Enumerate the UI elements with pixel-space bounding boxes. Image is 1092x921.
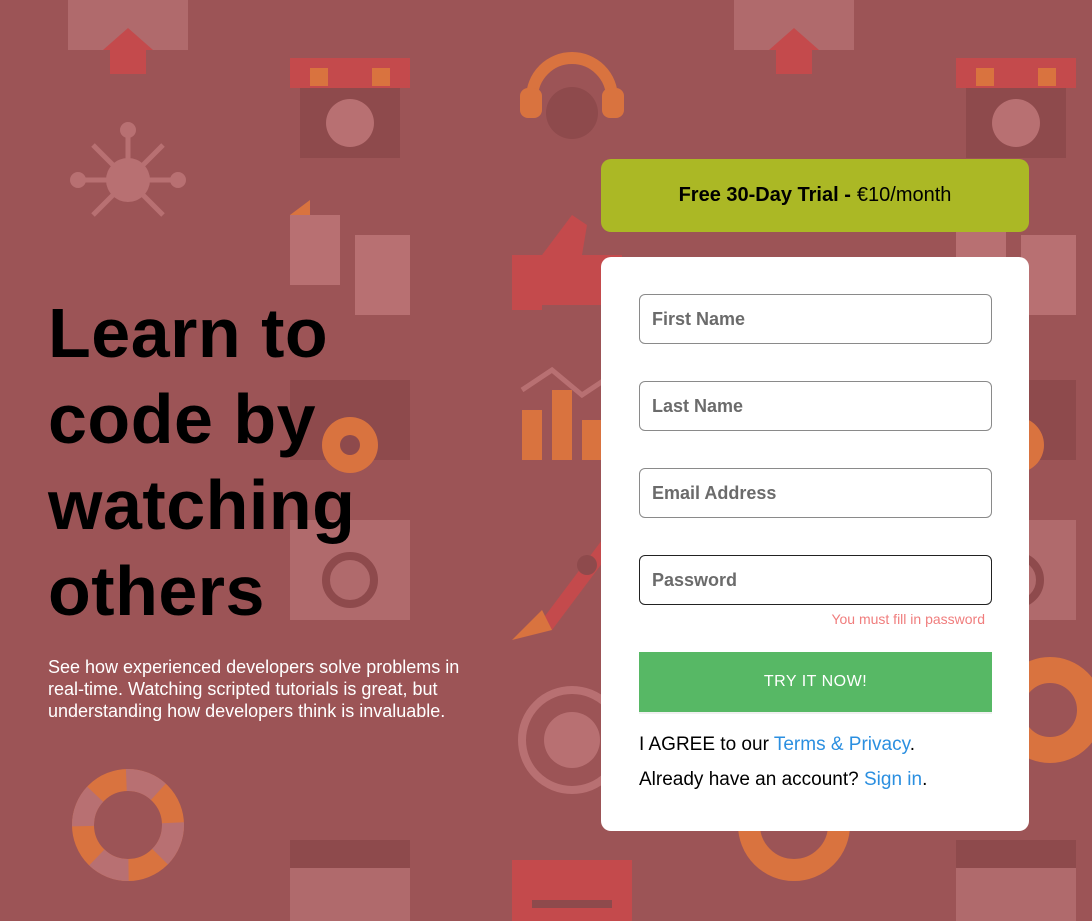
hero-subtitle: See how experienced developers solve pro… [48,657,460,721]
signin-prompt: Already have an account? Sign in. [639,769,927,791]
terms-agreement-text: I AGREE to our Terms & Privacy. [639,734,915,756]
last-name-field[interactable] [639,381,992,431]
network-icon [68,120,188,240]
signin-suffix: . [922,769,928,790]
signup-form: You must fill in password TRY IT NOW! I … [601,257,1029,831]
headset-icon [512,38,632,158]
email-field[interactable] [639,468,992,518]
trial-offer-banner: Free 30-Day Trial - €10/month [601,159,1029,232]
sign-in-link[interactable]: Sign in [864,769,922,790]
browser-window-icon [290,840,410,921]
agree-prefix: I AGREE to our [639,734,769,755]
signin-prefix: Already have an account? [639,769,859,790]
toolbox-icon [290,38,410,158]
first-name-field[interactable] [639,294,992,344]
trial-price: €10/month [856,184,952,206]
toolbox-icon-2 [956,38,1076,158]
agree-suffix: . [909,734,915,755]
hero-title: Learn to code by watching others [48,294,356,630]
password-field[interactable] [639,555,992,605]
lifebuoy-icon [68,765,188,885]
try-it-now-button[interactable]: TRY IT NOW! [639,652,992,712]
terms-privacy-link[interactable]: Terms & Privacy [774,734,910,755]
browser-window-icon-2 [956,840,1076,921]
clapperboard-icon [512,840,632,921]
trial-offer-label: Free 30-Day Trial - [678,184,851,206]
house-icon [68,0,188,110]
password-error-message: You must fill in password [831,611,985,627]
hero-section: Learn to code by watching others See how… [48,290,488,722]
house-icon-2 [734,0,854,110]
